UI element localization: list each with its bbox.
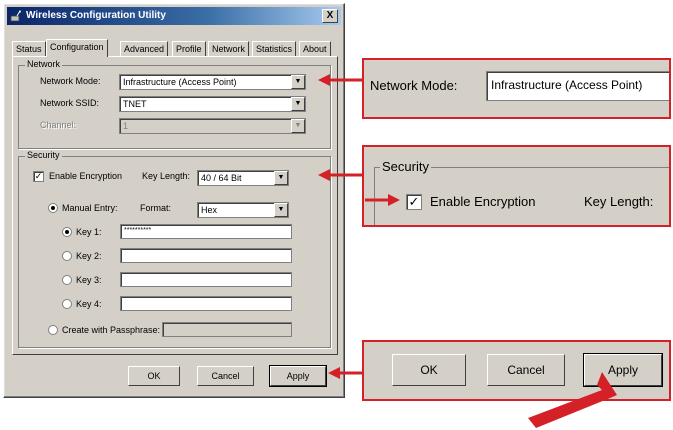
callout-arrows <box>318 74 617 428</box>
arrow-enable-encryption-icon <box>365 194 400 206</box>
arrow-apply-icon <box>328 367 362 379</box>
arrow-apply-zoom-icon <box>528 372 617 428</box>
tab-configuration[interactable]: Configuration <box>46 39 108 57</box>
arrow-network-mode-icon <box>318 74 362 86</box>
arrow-security-icon <box>318 169 362 181</box>
